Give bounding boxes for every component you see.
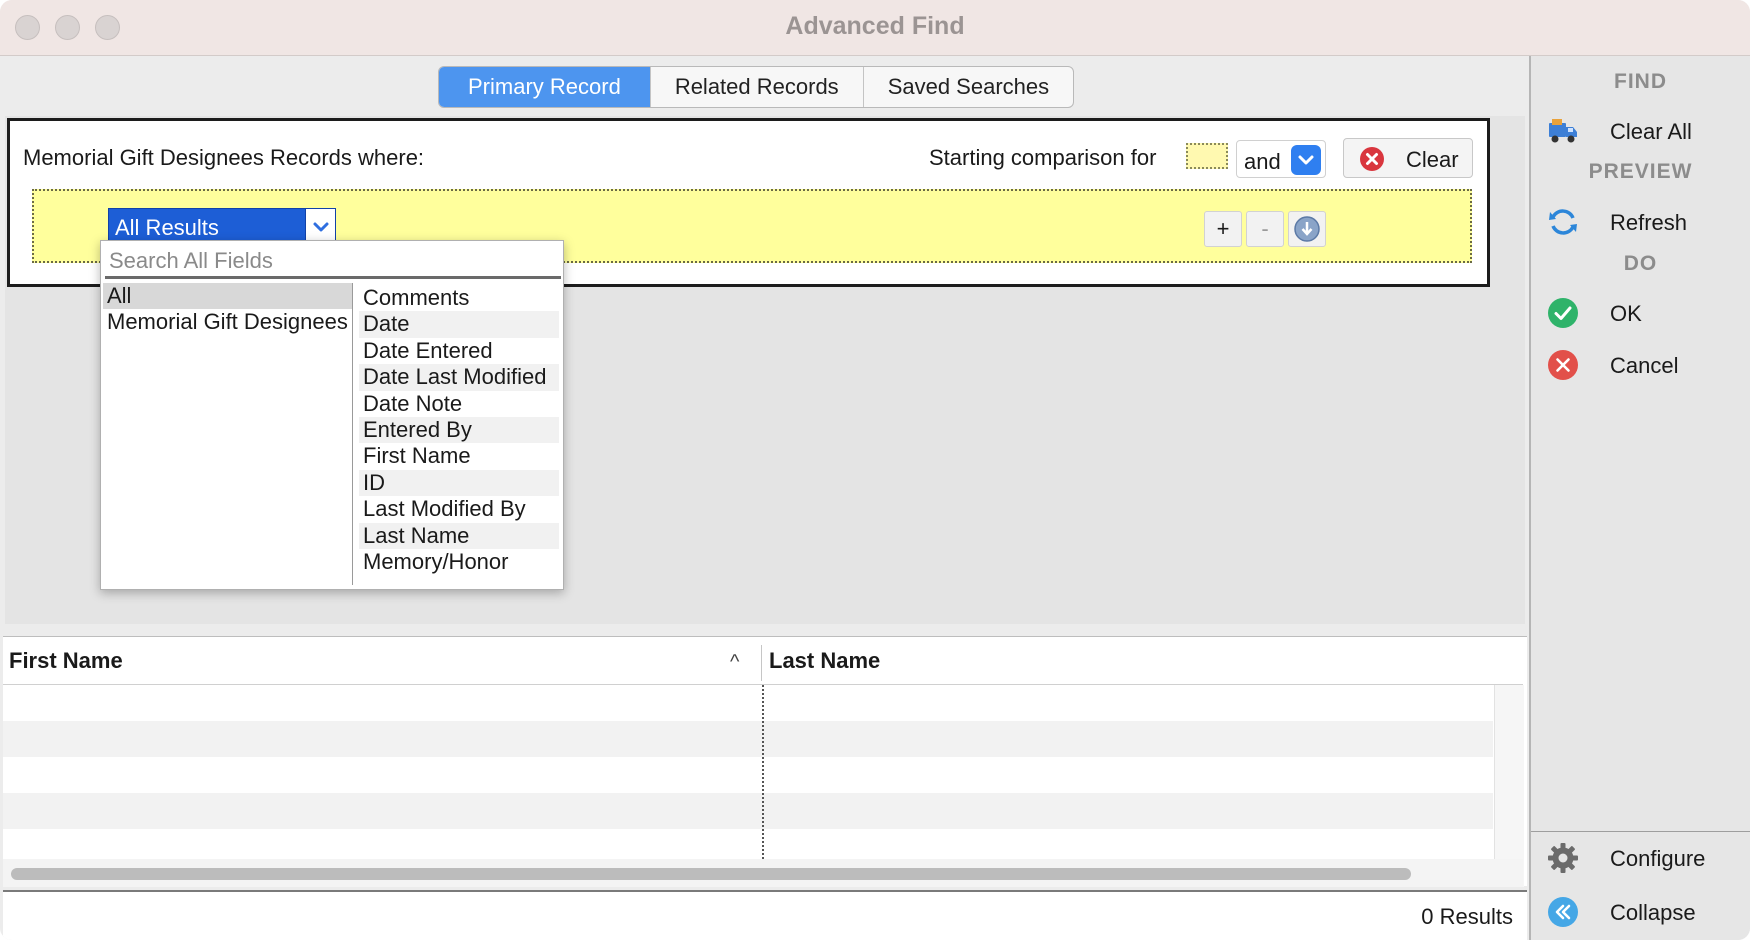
field-item[interactable]: Comments — [359, 285, 559, 311]
starting-comparison-swatch — [1186, 143, 1228, 169]
field-category-list: All Memorial Gift Designees — [103, 283, 353, 585]
tab-bar: Primary Record Related Records Saved Sea… — [438, 66, 1075, 108]
conjunction-select[interactable]: and — [1236, 140, 1326, 178]
field-item[interactable]: ID — [359, 469, 559, 497]
results-count: 0 Results — [1421, 904, 1513, 929]
add-rule-button[interactable]: + — [1204, 211, 1242, 247]
configure-label: Configure — [1610, 846, 1706, 871]
column-header-last-name[interactable]: Last Name — [763, 641, 880, 681]
category-item-memorial-gift-designees[interactable]: Memorial Gift Designees — [103, 309, 352, 335]
starting-comparison-label: Starting comparison for — [929, 145, 1157, 170]
field-item[interactable]: Date — [359, 311, 559, 338]
collapse-label: Collapse — [1610, 900, 1696, 925]
table-row — [3, 685, 1493, 721]
chevron-down-icon[interactable] — [1291, 145, 1321, 175]
collapse-button[interactable]: Collapse — [1547, 892, 1747, 932]
clear-x-icon — [1360, 147, 1384, 171]
field-list: Comments Date Date Entered Date Last Mod… — [359, 285, 559, 585]
do-heading: DO — [1623, 252, 1658, 275]
table-row — [3, 829, 1493, 859]
clear-all-button[interactable]: Clear All — [1547, 111, 1747, 151]
find-heading: FIND — [1614, 70, 1667, 93]
vertical-scrollbar[interactable] — [1494, 685, 1524, 887]
clear-label: Clear — [1406, 147, 1459, 172]
horizontal-scroll-thumb[interactable] — [11, 868, 1411, 880]
configure-button[interactable]: Configure — [1547, 838, 1747, 878]
refresh-icon — [1549, 209, 1577, 235]
cancel-icon — [1548, 350, 1578, 380]
field-picker-popup: All Memorial Gift Designees Comments Dat… — [100, 240, 564, 590]
status-bar: 0 Results — [3, 890, 1527, 940]
refresh-button[interactable]: Refresh — [1547, 202, 1747, 242]
tab-primary-record[interactable]: Primary Record — [439, 67, 651, 107]
cancel-label: Cancel — [1610, 353, 1679, 378]
refresh-label: Refresh — [1610, 210, 1688, 235]
ok-button[interactable]: OK — [1547, 293, 1747, 333]
collapse-icon — [1548, 897, 1578, 927]
title-bar: Advanced Find — [0, 0, 1750, 56]
field-item[interactable]: First Name — [359, 443, 559, 469]
action-sidebar: FIND Clear All PREVIEW Refresh DO OK Can… — [1529, 56, 1750, 940]
column-divider-line — [762, 685, 764, 859]
table-row — [3, 721, 1493, 757]
info-down-icon — [1294, 216, 1320, 242]
remove-rule-button[interactable]: - — [1246, 211, 1284, 247]
field-item[interactable]: Last Name — [359, 522, 559, 549]
column-divider[interactable] — [761, 645, 762, 681]
gear-icon — [1548, 843, 1578, 873]
field-item[interactable]: Last Modified By — [359, 496, 559, 522]
horizontal-scrollbar[interactable] — [3, 859, 1523, 887]
checkmark-icon — [1548, 298, 1578, 328]
results-table: First Name ^ Last Name — [3, 636, 1527, 887]
field-item[interactable]: Memory/Honor — [359, 549, 559, 575]
table-row — [3, 757, 1493, 793]
table-row — [3, 793, 1493, 829]
ok-label: OK — [1610, 301, 1642, 326]
preview-heading: PREVIEW — [1588, 160, 1693, 183]
cancel-button[interactable]: Cancel — [1547, 345, 1747, 385]
category-item-all[interactable]: All — [103, 283, 352, 309]
conjunction-value: and — [1244, 149, 1281, 174]
sidebar-divider — [1531, 831, 1750, 832]
field-item[interactable]: Entered By — [359, 416, 559, 444]
field-select-value: All Results — [115, 215, 219, 240]
search-fields-input[interactable] — [105, 245, 561, 279]
window-title: Advanced Find — [785, 12, 965, 40]
truck-icon — [1549, 119, 1577, 143]
tab-saved-searches[interactable]: Saved Searches — [864, 67, 1073, 107]
field-item[interactable]: Date Last Modified — [359, 364, 559, 391]
tab-related-records[interactable]: Related Records — [651, 67, 864, 107]
clear-button[interactable]: Clear — [1343, 138, 1473, 178]
column-header-first-name[interactable]: First Name — [3, 641, 123, 681]
criteria-title: Memorial Gift Designees Records where: — [23, 145, 425, 170]
clear-all-label: Clear All — [1610, 119, 1692, 144]
info-down-button[interactable] — [1288, 211, 1326, 247]
advanced-find-window: Advanced Find Primary Record Related Rec… — [0, 0, 1750, 940]
field-item[interactable]: Date Note — [359, 391, 559, 417]
field-item[interactable]: Date Entered — [359, 338, 559, 364]
sort-ascending-icon[interactable]: ^ — [730, 651, 739, 674]
